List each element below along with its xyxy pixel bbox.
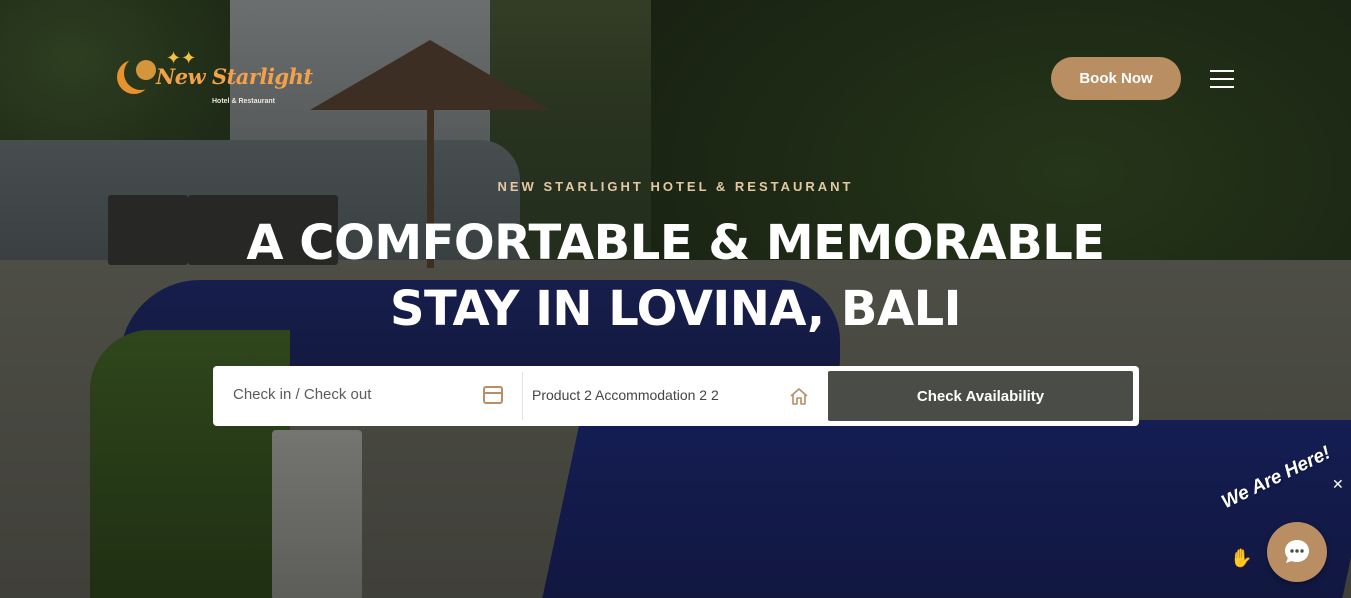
- hero-title-line-1: A COMFORTABLE & MEMORABLE: [246, 215, 1105, 271]
- hero-eyebrow: NEW STARLIGHT HOTEL & RESTAURANT: [497, 179, 854, 194]
- site-logo[interactable]: ✦✦ New Starlight Hotel & Restaurant: [122, 48, 313, 110]
- book-now-button[interactable]: Book Now: [1051, 57, 1181, 100]
- calendar-icon[interactable]: [483, 386, 503, 404]
- product-select[interactable]: Product 2 Accommodation 2 2: [523, 366, 823, 426]
- product-select-value: Product 2 Accommodation 2 2: [532, 387, 719, 403]
- hero-title: A COMFORTABLE & MEMORABLE STAY IN LOVINA…: [0, 210, 1351, 342]
- logo-tagline: Hotel & Restaurant: [212, 98, 276, 105]
- chat-launcher-button[interactable]: [1267, 522, 1327, 582]
- home-icon: [790, 388, 808, 405]
- availability-search-bar: Check in / Check out Product 2 Accommoda…: [213, 366, 1139, 426]
- hero-title-line-2: STAY IN LOVINA, BALI: [389, 281, 962, 337]
- logo-wordmark: New Starlight: [156, 64, 313, 89]
- close-icon[interactable]: ✕: [1332, 476, 1344, 493]
- chat-bubble-icon: [1285, 540, 1309, 563]
- dates-placeholder: Check in / Check out: [233, 386, 372, 403]
- check-availability-button[interactable]: Check Availability: [828, 371, 1133, 421]
- waving-hand-icon: ✋: [1230, 548, 1253, 568]
- hamburger-menu-icon[interactable]: [1208, 66, 1236, 92]
- check-in-check-out-field[interactable]: Check in / Check out: [213, 366, 522, 426]
